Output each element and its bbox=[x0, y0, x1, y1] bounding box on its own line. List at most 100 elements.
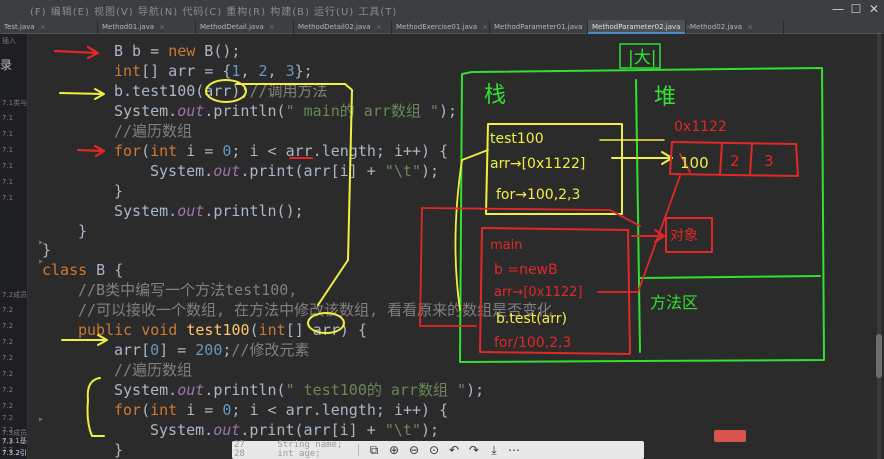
tab-close-icon[interactable]: × bbox=[747, 23, 753, 31]
code-text: .println( bbox=[204, 381, 286, 399]
panel-item[interactable]: 7.2 bbox=[2, 414, 13, 422]
code-keyword: int bbox=[258, 321, 286, 339]
code-line[interactable]: } bbox=[114, 440, 123, 459]
more-icon[interactable]: ⋯ bbox=[506, 442, 522, 458]
code-number: 3 bbox=[285, 62, 295, 80]
code-editor[interactable]: ▸ ▸ ▸ B b = new B(); int[] arr = {1, 2, … bbox=[28, 34, 848, 459]
panel-item[interactable]: 7.2 bbox=[2, 402, 13, 410]
panel-item[interactable]: 7.2 bbox=[2, 306, 13, 314]
code-text: ; i < arr.length; i++) { bbox=[231, 142, 449, 160]
scrollbar-track[interactable] bbox=[877, 34, 881, 459]
download-icon[interactable]: ⤓ bbox=[486, 442, 502, 458]
tab-close-icon[interactable]: × bbox=[159, 23, 165, 31]
code-text: System. bbox=[150, 162, 214, 180]
tab-methodparameter02[interactable]: MethodParameter02.java × bbox=[588, 20, 691, 34]
panel-item[interactable]: 7.2 bbox=[2, 354, 13, 362]
code-static-field: out bbox=[213, 162, 241, 180]
code-line[interactable]: b.test100(arr);//调用方法 bbox=[114, 81, 328, 101]
tab-close-icon[interactable]: × bbox=[482, 23, 488, 31]
code-string: " test100的 arr数组 " bbox=[285, 381, 467, 399]
zoom-in-icon[interactable]: ⊕ bbox=[386, 442, 402, 458]
tab-methodparameter01[interactable]: MethodParameter01.java× bbox=[490, 20, 593, 34]
panel-item[interactable]: 7.1 bbox=[2, 194, 13, 202]
code-text: i = bbox=[177, 142, 223, 160]
panel-item[interactable]: 7.2 bbox=[2, 338, 13, 346]
code-text: ); bbox=[420, 162, 439, 180]
code-text: arr[ bbox=[114, 341, 151, 359]
panel-item[interactable]: 7.2 bbox=[2, 370, 13, 378]
copy-icon[interactable]: ⧉ bbox=[366, 442, 382, 458]
code-line[interactable]: System.out.print(arr[i] + "\t"); bbox=[150, 420, 439, 440]
notification-badge[interactable] bbox=[714, 430, 746, 442]
code-number: 2 bbox=[258, 62, 268, 80]
code-line[interactable]: for(int i = 0; i < arr.length; i++) { bbox=[114, 400, 448, 420]
code-text: b.test100(arr); bbox=[114, 82, 250, 100]
code-line[interactable]: } bbox=[42, 240, 51, 260]
code-string: "\t" bbox=[384, 162, 421, 180]
code-text: B(); bbox=[195, 42, 241, 60]
code-line[interactable]: B b = new B(); bbox=[114, 41, 240, 61]
zoom-reset-icon[interactable]: ⊙ bbox=[426, 442, 442, 458]
minimize-icon[interactable]: — bbox=[830, 1, 846, 17]
code-text: B { bbox=[87, 261, 124, 279]
panel-item[interactable]: 7.1 bbox=[2, 130, 13, 138]
code-method-name: test100 bbox=[186, 321, 250, 339]
code-keyword: int bbox=[150, 401, 178, 419]
fold-marker-icon[interactable]: ▸ bbox=[38, 414, 44, 425]
code-line[interactable]: } bbox=[78, 221, 87, 241]
code-line[interactable]: //B类中编写一个方法test100, bbox=[78, 280, 297, 300]
panel-item[interactable]: 7.1 bbox=[2, 114, 13, 122]
code-line[interactable]: int[] arr = {1, 2, 3}; bbox=[114, 61, 313, 81]
code-line[interactable]: //可以接收一个数组, 在方法中修改该数组, 看看原来的数组是否变化 bbox=[78, 300, 552, 320]
panel-item[interactable]: 7.1 bbox=[2, 178, 13, 186]
tab-method02[interactable]: Method02.java × bbox=[686, 20, 784, 34]
close-window-icon[interactable]: ✕ bbox=[866, 1, 882, 17]
code-line[interactable]: System.out.println(" main的 arr数组 "); bbox=[114, 101, 457, 121]
editor-tabs: Test.java × Method01.java × MethodDetail.j… bbox=[0, 20, 884, 34]
maximize-icon[interactable]: ☐ bbox=[848, 1, 864, 17]
tab-close-icon[interactable]: × bbox=[376, 23, 382, 31]
toolbar-separator bbox=[358, 444, 359, 456]
code-line[interactable]: //遍历数组 bbox=[114, 121, 192, 141]
code-keyword: class bbox=[42, 261, 88, 279]
rotate-right-icon[interactable]: ↷ bbox=[466, 442, 482, 458]
code-text: .print(arr[i] + bbox=[240, 162, 385, 180]
panel-item[interactable]: 7.1 bbox=[2, 162, 13, 170]
background-code: 28 int age; bbox=[234, 449, 321, 459]
code-line[interactable]: System.out.print(arr[i] + "\t"); bbox=[150, 161, 439, 181]
code-line[interactable]: System.out.println(" test100的 arr数组 "); bbox=[114, 380, 484, 400]
panel-item[interactable]: 插入 bbox=[2, 36, 16, 46]
code-text: , bbox=[240, 62, 259, 80]
code-text: ( bbox=[141, 401, 151, 419]
panel-item[interactable]: 7.1类与对象 bbox=[2, 98, 27, 108]
panel-item[interactable]: 7.1 bbox=[2, 146, 13, 154]
code-static-field: out bbox=[177, 102, 205, 120]
tab-test[interactable]: Test.java × bbox=[0, 20, 98, 34]
tab-methoddetail02[interactable]: MethodDetail02.java × bbox=[294, 20, 392, 34]
code-line[interactable]: arr[0] = 200;//修改元素 bbox=[114, 340, 309, 360]
panel-item-selected[interactable]: 7.3.2引用类型 bbox=[2, 448, 27, 458]
tab-close-icon[interactable]: × bbox=[269, 23, 275, 31]
tab-close-icon[interactable]: × bbox=[40, 23, 46, 31]
tab-label: MethodParameter01.java bbox=[494, 23, 583, 31]
tab-methodexercise01[interactable]: MethodExercise01.java × bbox=[392, 20, 490, 34]
rotate-left-icon[interactable]: ↶ bbox=[446, 442, 462, 458]
panel-item[interactable]: 7.2成员方法 bbox=[2, 290, 27, 300]
tab-method01[interactable]: Method01.java × bbox=[98, 20, 196, 34]
panel-item[interactable]: 7.3.1基本数据类型 bbox=[2, 436, 27, 446]
scrollbar-thumb[interactable] bbox=[876, 334, 882, 378]
code-line[interactable]: } bbox=[114, 181, 123, 201]
code-keyword: for bbox=[114, 401, 142, 419]
tab-methoddetail[interactable]: MethodDetail.java × bbox=[196, 20, 294, 34]
code-line[interactable]: for(int i = 0; i < arr.length; i++) { bbox=[114, 141, 448, 161]
code-line[interactable]: System.out.println(); bbox=[114, 201, 304, 221]
zoom-out-icon[interactable]: ⊖ bbox=[406, 442, 422, 458]
panel-item[interactable]: 7.2 bbox=[2, 322, 13, 330]
code-line[interactable]: //遍历数组 bbox=[114, 360, 192, 380]
code-text: , bbox=[267, 62, 286, 80]
code-line[interactable]: class B { bbox=[42, 260, 123, 280]
panel-item[interactable]: 7.2 bbox=[2, 386, 13, 394]
code-line[interactable]: public void test100(int[] arr) { bbox=[78, 320, 367, 340]
menu-items[interactable]: (F) 编辑(E) 视图(V) 导航(N) 代码(C) 重构(R) 构建(B) … bbox=[30, 3, 397, 18]
editor-scrollbar[interactable] bbox=[874, 34, 884, 459]
